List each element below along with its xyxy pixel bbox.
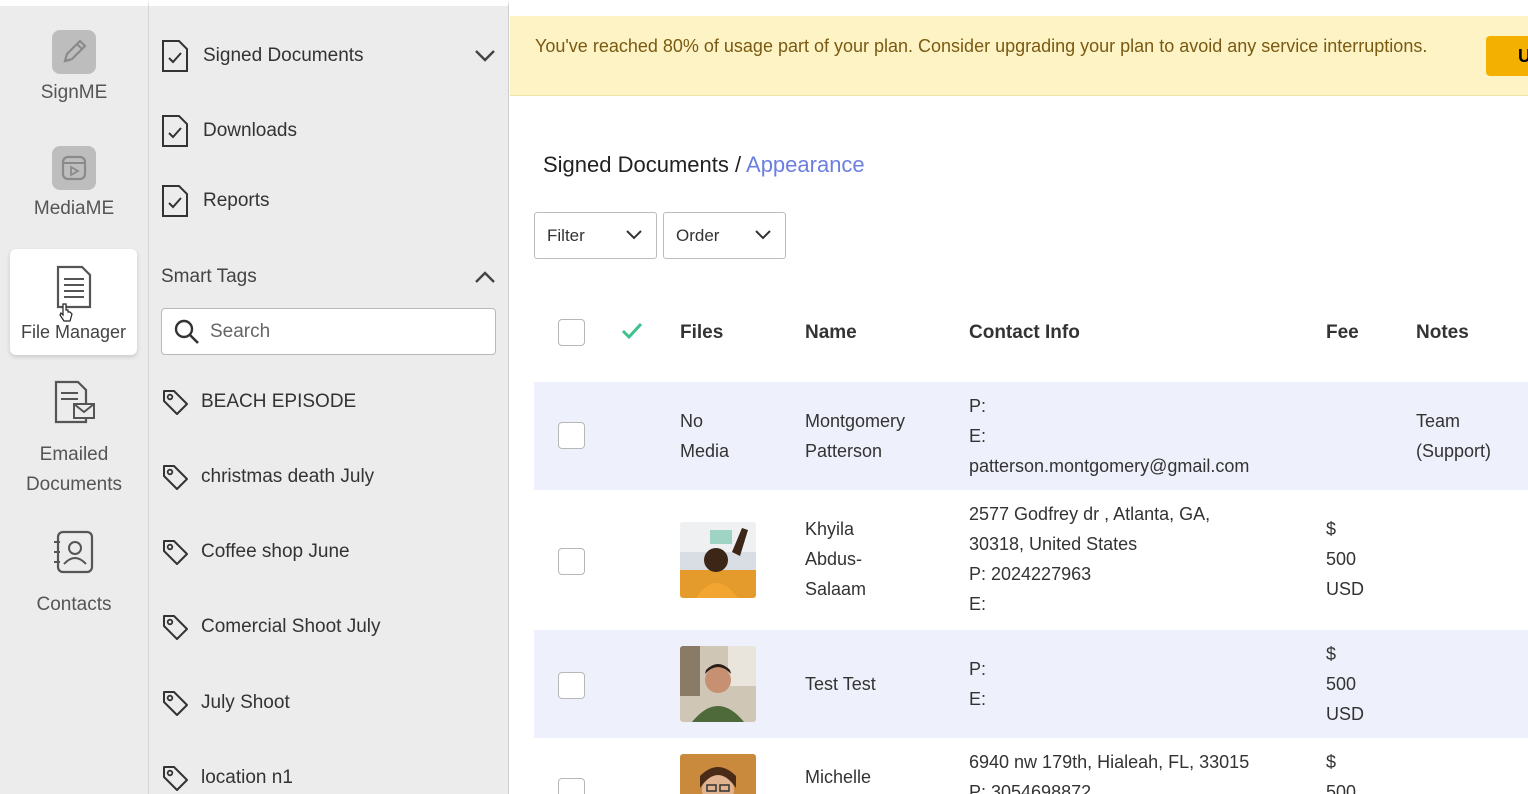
header-contact-info[interactable]: Contact Info	[969, 322, 1080, 344]
search-input[interactable]	[210, 320, 480, 343]
email-document-icon	[0, 378, 148, 436]
name-cell: Test Test	[805, 674, 876, 694]
sidebar-item-label: Signed Documents	[203, 45, 364, 66]
header-name[interactable]: Name	[805, 322, 857, 344]
tag-icon	[163, 540, 188, 565]
row-checkbox[interactable]	[558, 672, 585, 699]
rail-label-mediame: MediaME	[33, 198, 115, 219]
row-checkbox[interactable]	[558, 548, 585, 575]
document-check-icon	[162, 40, 188, 72]
search-icon	[174, 319, 199, 344]
contact-cell: 6940 nw 179th, Hialeah, FL, 33015 P: 305…	[969, 752, 1250, 794]
chevron-down-icon	[626, 230, 642, 240]
media-thumbnail[interactable]	[680, 522, 756, 598]
tag-label: July Shoot	[201, 692, 290, 713]
rail-item-signme[interactable]: SignME	[0, 30, 148, 108]
chevron-down-icon	[755, 230, 771, 240]
sidebar-item-label: Downloads	[203, 120, 297, 141]
breadcrumb-parent[interactable]: Signed Documents /	[543, 152, 741, 177]
contacts-icon	[0, 528, 148, 586]
tag-item[interactable]: BEACH EPISODE	[161, 382, 496, 422]
fee-cell: $ 500 USD	[1326, 644, 1365, 724]
media-thumbnail[interactable]	[680, 754, 756, 794]
rail-item-mediame[interactable]: MediaME	[0, 146, 148, 224]
tag-search-box[interactable]	[161, 308, 496, 355]
rail-label-signme: SignME	[40, 82, 108, 103]
contact-cell: P: E:	[969, 659, 987, 709]
rail-label-documents: Documents	[25, 474, 123, 495]
chevron-up-icon[interactable]	[474, 270, 496, 284]
rail-item-contacts[interactable]: Contacts	[0, 528, 148, 620]
pen-icon	[52, 30, 96, 74]
fee-cell: $ 500 USD	[1326, 519, 1365, 599]
filter-dropdown[interactable]: Filter	[534, 212, 657, 259]
tag-icon	[163, 615, 188, 640]
usage-warning-banner: You've reached 80% of usage part of your…	[510, 16, 1528, 96]
table-row[interactable]: Khyila Abdus- Salaam 2577 Godfrey dr , A…	[534, 490, 1528, 630]
tag-item[interactable]: Coffee shop June	[161, 532, 496, 572]
main-content: You've reached 80% of usage part of your…	[510, 6, 1528, 794]
check-mark-icon	[621, 322, 643, 345]
row-checkbox[interactable]	[558, 422, 585, 449]
app-rail: SignME MediaME File Manager Emailed Docu…	[0, 0, 148, 794]
select-all-checkbox[interactable]	[558, 319, 585, 346]
header-notes[interactable]: Notes	[1416, 322, 1469, 344]
tag-item[interactable]: Comercial Shoot July	[161, 607, 496, 647]
breadcrumb-current[interactable]: Appearance	[746, 152, 865, 177]
header-files[interactable]: Files	[680, 322, 723, 344]
document-check-icon	[162, 115, 188, 147]
order-dropdown[interactable]: Order	[663, 212, 786, 259]
sidebar-item-reports[interactable]: Reports	[161, 181, 496, 221]
usage-warning-text: You've reached 80% of usage part of your…	[535, 36, 1428, 56]
file-manager-sidebar: Signed Documents Downloads Reports Smart…	[148, 0, 509, 794]
row-checkbox[interactable]	[558, 778, 585, 794]
sidebar-item-label: Reports	[203, 190, 270, 211]
tag-icon	[163, 766, 188, 791]
table-row[interactable]: Michelle 6940 nw 179th, Hialeah, FL, 330…	[534, 738, 1528, 794]
media-thumbnail[interactable]	[680, 646, 756, 722]
chevron-down-icon[interactable]	[474, 49, 496, 63]
name-cell: Montgomery Patterson	[805, 411, 906, 461]
filter-label: Filter	[547, 225, 585, 245]
tag-label: christmas death July	[201, 466, 375, 487]
mouse-cursor-icon	[58, 302, 74, 329]
tag-item[interactable]: christmas death July	[161, 457, 496, 497]
rail-label-contacts: Contacts	[36, 594, 112, 615]
order-label: Order	[676, 225, 720, 245]
tag-item[interactable]: location n1	[161, 758, 496, 794]
name-cell: Michelle	[805, 767, 872, 787]
upgrade-button[interactable]: U	[1486, 36, 1528, 76]
contact-cell: P: E: patterson.montgomery@gmail.com	[969, 396, 1250, 476]
smart-tags-title: Smart Tags	[161, 266, 257, 287]
tag-icon	[163, 691, 188, 716]
header-fee[interactable]: Fee	[1326, 322, 1359, 344]
tag-icon	[163, 465, 188, 490]
files-cell: No Media	[680, 411, 730, 461]
tag-label: location n1	[201, 767, 293, 788]
document-check-icon	[162, 185, 188, 217]
table-row[interactable]: No Media Montgomery Patterson P: E: patt…	[534, 382, 1528, 490]
tag-label: Comercial Shoot July	[201, 616, 381, 637]
breadcrumb: Signed Documents / Appearance	[543, 152, 865, 178]
tag-label: Coffee shop June	[201, 541, 350, 562]
contact-cell: 2577 Godfrey dr , Atlanta, GA, 30318, Un…	[969, 504, 1211, 614]
rail-label-emailed: Emailed	[39, 444, 109, 465]
media-icon	[52, 146, 96, 190]
table-row[interactable]: Test Test P: E: $ 500 USD	[534, 630, 1528, 738]
tag-item[interactable]: July Shoot	[161, 683, 496, 723]
notes-cell: Team (Support)	[1416, 411, 1492, 461]
sidebar-item-signed-documents[interactable]: Signed Documents	[161, 36, 496, 76]
tag-icon	[163, 390, 188, 415]
tag-label: BEACH EPISODE	[201, 391, 357, 412]
name-cell: Khyila Abdus- Salaam	[805, 519, 867, 599]
fee-cell: $ 500	[1326, 752, 1357, 794]
rail-item-emailed-documents[interactable]: Emailed Documents	[0, 378, 148, 500]
sidebar-item-downloads[interactable]: Downloads	[161, 111, 496, 151]
smart-tags-header[interactable]: Smart Tags	[161, 260, 496, 294]
